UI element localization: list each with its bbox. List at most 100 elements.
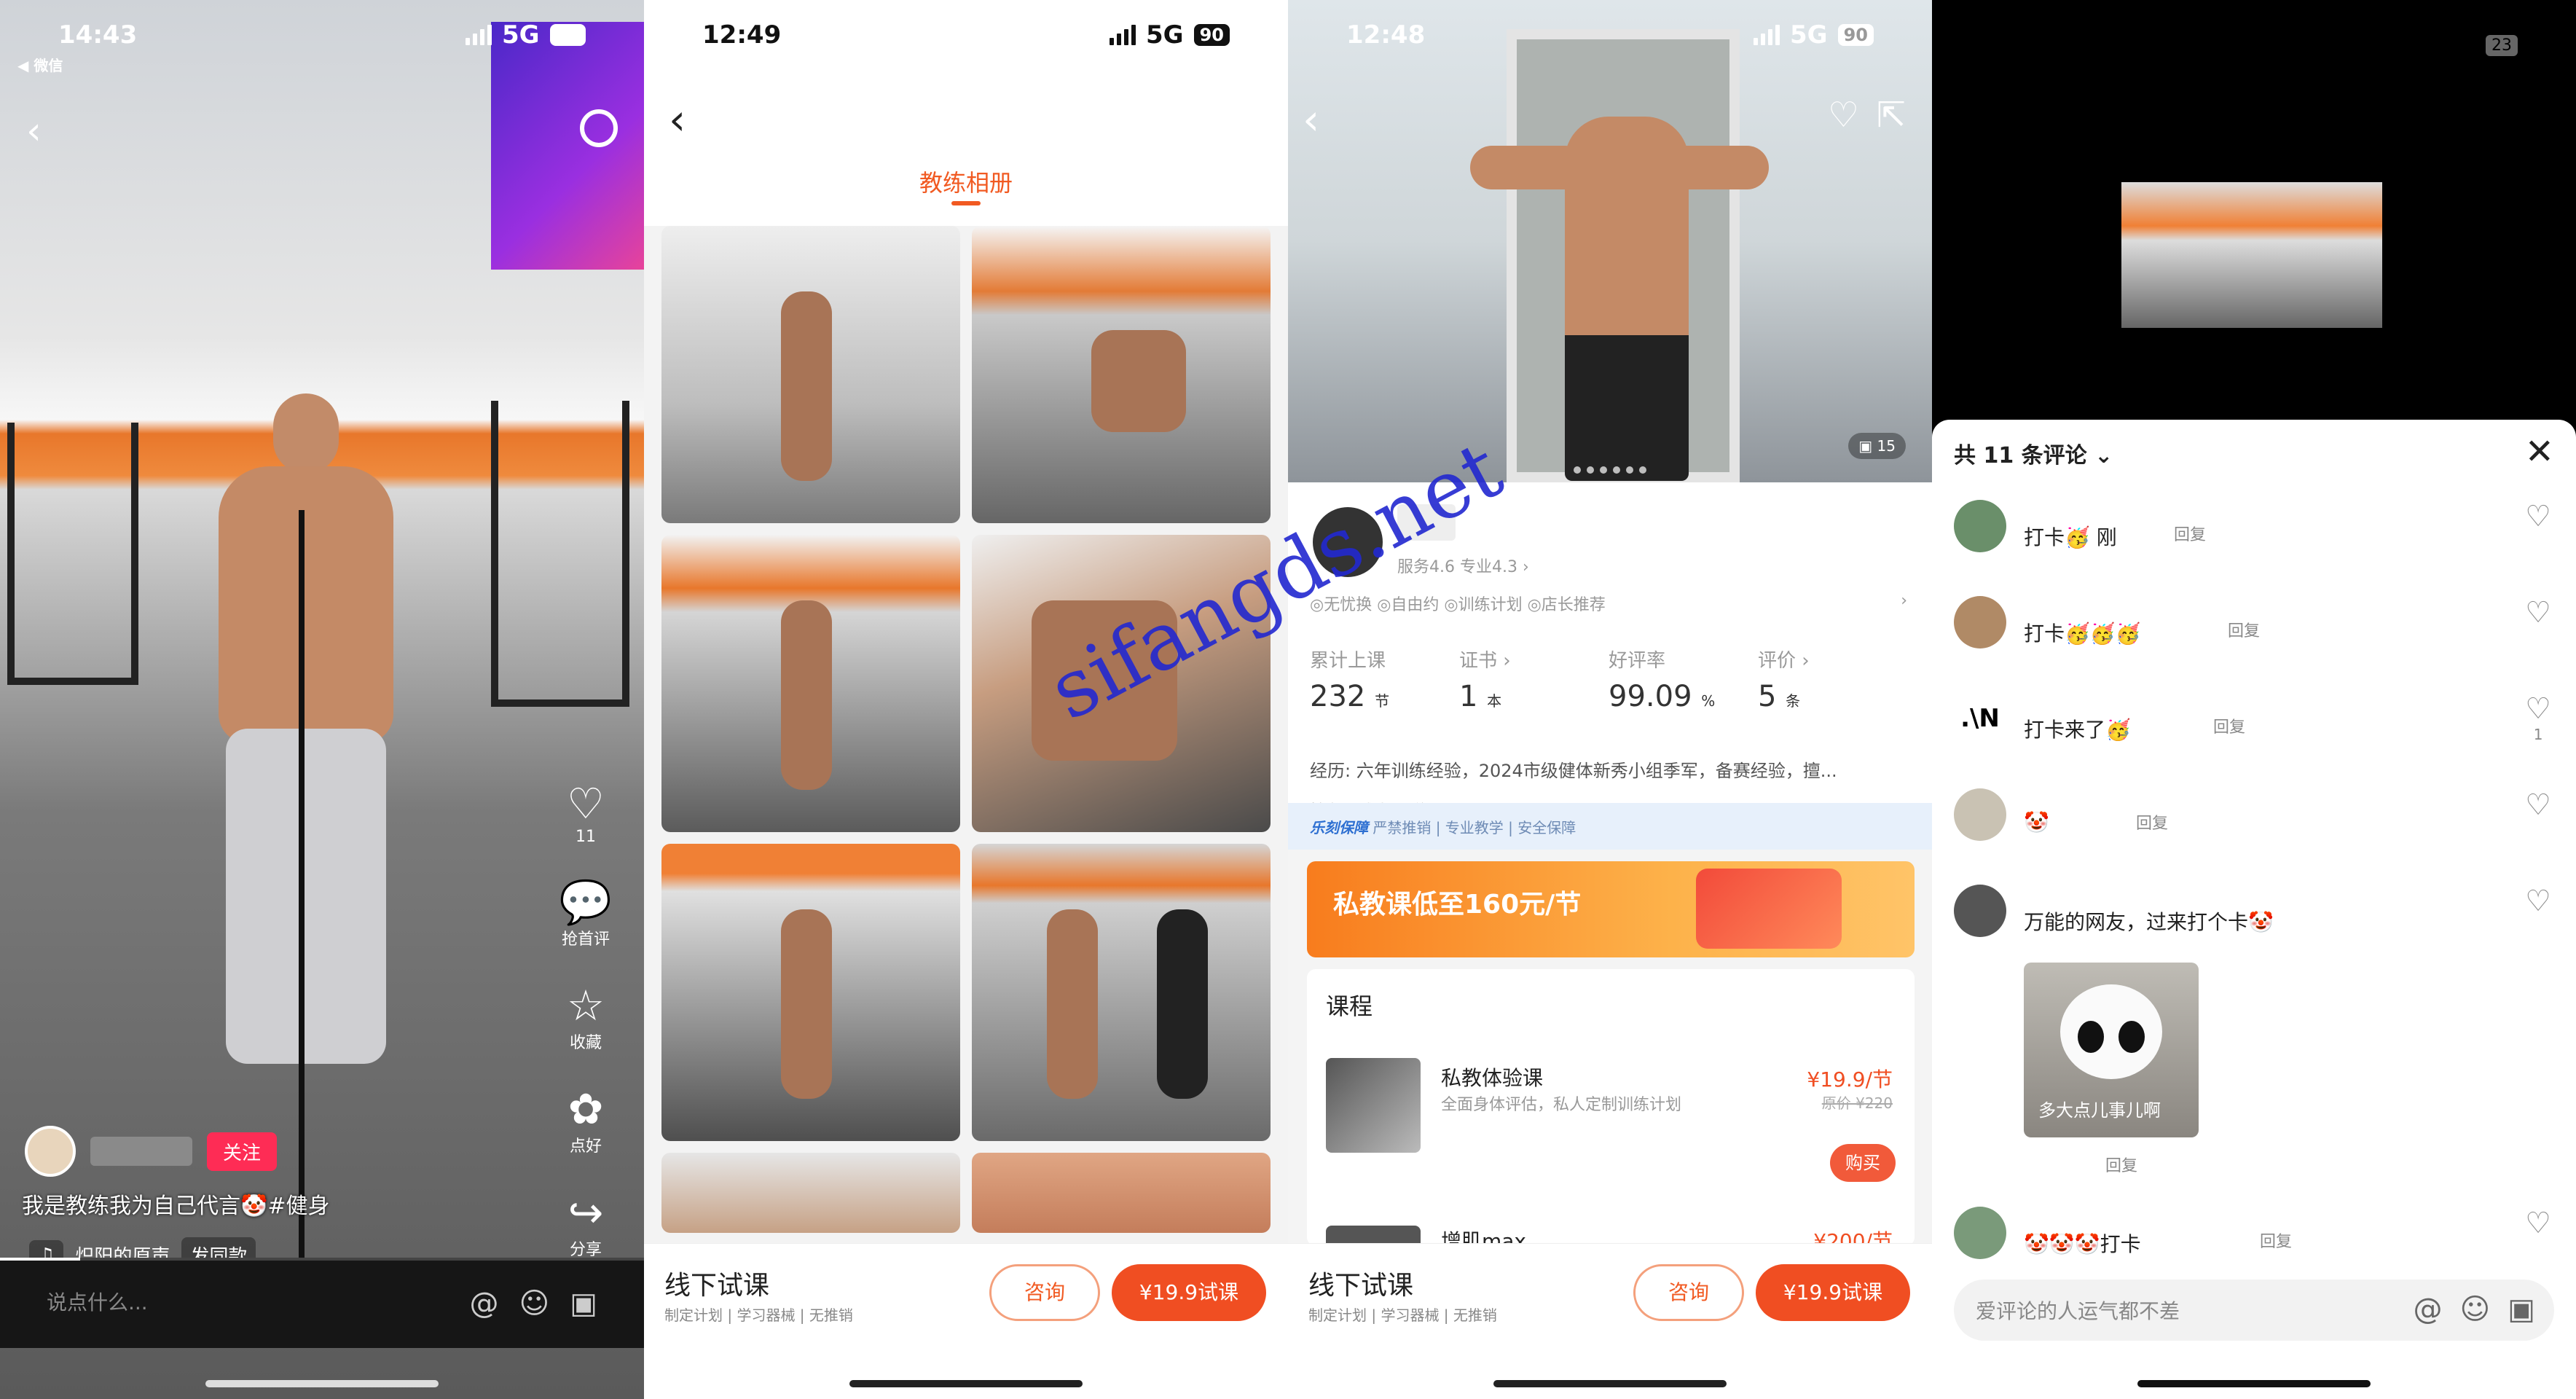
guarantee-bar[interactable]: 乐刻保障 严禁推销 | 专业教学 | 安全保障	[1288, 803, 1932, 850]
reply-link[interactable]: 回复	[2213, 714, 2245, 737]
heart-icon[interactable]: ♡	[2525, 596, 2551, 630]
stat-reviews[interactable]: 评价 › 5 条	[1758, 646, 1907, 713]
heart-icon: ♡	[567, 779, 605, 828]
courses-title: 课程	[1326, 992, 1373, 1020]
like-button[interactable]: ♡ 11	[542, 780, 629, 846]
stat-certificates[interactable]: 证书 › 1 本	[1459, 646, 1609, 713]
coach-avatar[interactable]	[1310, 504, 1386, 580]
album-photo[interactable]	[972, 844, 1271, 1141]
back-arrow-icon[interactable]: ‹	[26, 109, 42, 153]
author-name-blurred	[90, 1137, 192, 1166]
share-button[interactable]: ↪ 分享	[542, 1188, 629, 1260]
follow-button[interactable]: 关注	[207, 1132, 278, 1171]
gym-rack-left	[7, 423, 138, 685]
trial-button[interactable]: ¥19.9试课	[1112, 1264, 1266, 1321]
album-photo[interactable]	[661, 226, 960, 523]
like-button[interactable]: ♡ 1	[2525, 692, 2551, 743]
video-panel: 14:43 ◀ 微信 5G 23 ‹ ♡ 11 💬 抢首评 ☆ 收藏 ✿ 点好 …	[0, 0, 644, 1399]
album-photo[interactable]	[661, 844, 960, 1141]
consult-button[interactable]: 咨询	[989, 1264, 1100, 1321]
commenter-avatar[interactable]	[1954, 596, 2006, 648]
heart-icon[interactable]: ♡	[2525, 1207, 2551, 1240]
heart-icon[interactable]: ♡	[2525, 788, 2551, 822]
photo-count[interactable]: ▣ 15	[1848, 433, 1906, 459]
promo-banner[interactable]: 私教课低至160元/节	[1307, 861, 1915, 957]
network-label: 5G	[1790, 20, 1828, 50]
coach-tags[interactable]: ◎无忧换 ◎自由约 ◎训练计划 ◎店长推荐 ›	[1310, 592, 1907, 615]
video-caption[interactable]: 我是教练我为自己代言🤡#健身	[22, 1188, 330, 1220]
heart-icon[interactable]: ♡	[2525, 500, 2551, 533]
buy-button[interactable]: 购买	[1830, 1144, 1896, 1182]
reply-link[interactable]: 回复	[2105, 1153, 2137, 1176]
battery-icon: 90	[1193, 24, 1230, 46]
back-arrow-icon[interactable]: ‹	[1303, 95, 1319, 144]
home-indicator[interactable]	[2137, 1380, 2371, 1387]
commenter-avatar[interactable]	[1954, 1207, 2006, 1259]
reply-link[interactable]: 回复	[2136, 810, 2168, 834]
video-thumbnail[interactable]	[2121, 182, 2382, 328]
commenter-avatar[interactable]: .\N	[1954, 692, 2006, 745]
commenter-avatar[interactable]	[1954, 500, 2006, 552]
course-price: ¥19.9/节	[1807, 1067, 1893, 1092]
comment-item: 🤡 回复 ♡	[1954, 788, 2551, 861]
star-icon: ☆	[567, 981, 605, 1030]
image-icon[interactable]: ▣	[2508, 1293, 2535, 1326]
comment-count-header[interactable]: 共 11 条评论 ⌄	[1954, 437, 2113, 469]
action-sidebar: ♡ 11 💬 抢首评 ☆ 收藏 ✿ 点好 ↪ 分享	[542, 780, 629, 1292]
reply-link[interactable]: 回复	[2260, 1228, 2292, 1252]
comment-button[interactable]: 💬 抢首评	[542, 878, 629, 949]
album-photo[interactable]	[972, 226, 1271, 523]
comment-item: 万能的网友，过来打个卡🤡 ♡	[1954, 885, 2551, 957]
home-indicator[interactable]	[1493, 1380, 1727, 1387]
courses-section: 课程 私教体验课 全面身体评估，私人定制训练计划 ¥19.9/节 原价 ¥220…	[1307, 969, 1915, 1253]
emoji-icon[interactable]: ☺	[519, 1287, 550, 1322]
consult-button[interactable]: 咨询	[1633, 1264, 1744, 1321]
close-icon[interactable]: ✕	[2525, 431, 2554, 472]
coach-figure	[197, 393, 415, 1108]
course-name[interactable]: 私教体验课	[1441, 1062, 1543, 1092]
comment-sheet: 共 11 条评论 ⌄ ✕ 打卡🥳 刚 回复 ♡ 打卡🥳🥳🥳 回复 ♡ .\N 打…	[1932, 420, 2576, 1399]
heart-icon[interactable]: ♡	[1828, 95, 1859, 136]
home-indicator[interactable]	[205, 1380, 439, 1387]
gym-rack-right	[491, 401, 629, 707]
title-underline	[951, 201, 981, 205]
reply-link[interactable]: 回复	[2174, 522, 2206, 545]
comment-item: 打卡🥳 刚 回复 ♡	[1954, 500, 2551, 573]
status-bar: 14:43 ◀ 微信 5G 23	[0, 17, 644, 74]
panda-sticker-image[interactable]: 多大点儿事儿啊	[2024, 963, 2199, 1137]
coach-detail-panel: 12:48 5G 90 ‹ ♡ ⇱ ▣ 15 服务4.6 专业4.3 › ◎无忧…	[1288, 0, 1932, 1399]
coach-name-blurred	[1397, 504, 1456, 541]
coach-photo-carousel[interactable]	[1288, 0, 1932, 482]
battery-icon: 23	[2486, 35, 2518, 56]
coach-stats: 累计上课 232 节 证书 › 1 本 好评率 99.09 % 评价 › 5 条	[1310, 646, 1907, 713]
album-photo[interactable]	[972, 535, 1271, 832]
back-arrow-icon[interactable]: ‹	[669, 95, 686, 144]
favorite-label: 收藏	[569, 1034, 602, 1052]
comment-input[interactable]: 说点什么...	[47, 1287, 148, 1322]
reply-link[interactable]: 回复	[2228, 618, 2260, 641]
commenter-avatar[interactable]	[1954, 788, 2006, 841]
back-app-label[interactable]: ◀ 微信	[17, 54, 63, 75]
commenter-avatar[interactable]	[1954, 885, 2006, 937]
comments-panel: 23 共 11 条评论 ⌄ ✕ 打卡🥳 刚 回复 ♡ 打卡🥳🥳🥳 回复 ♡ .\…	[1932, 0, 2576, 1399]
at-icon[interactable]: @	[2414, 1293, 2443, 1326]
album-photo[interactable]	[972, 1153, 1271, 1233]
signal-icon	[466, 25, 492, 45]
share-icon[interactable]: ⇱	[1877, 95, 1906, 136]
heart-icon[interactable]: ♡	[2525, 885, 2551, 918]
search-icon[interactable]	[580, 109, 618, 147]
emoji-icon[interactable]: ☺	[2460, 1293, 2491, 1326]
album-photo[interactable]	[661, 535, 960, 832]
course-image[interactable]	[1326, 1058, 1421, 1153]
status-bar: 12:49 5G 90	[644, 17, 1288, 61]
trial-button[interactable]: ¥19.9试课	[1756, 1264, 1910, 1321]
image-icon[interactable]: ▣	[570, 1287, 597, 1322]
at-icon[interactable]: @	[470, 1287, 499, 1322]
author-avatar[interactable]	[25, 1126, 76, 1177]
recommend-button[interactable]: ✿ 点好	[542, 1085, 629, 1156]
album-photo[interactable]	[661, 1153, 960, 1233]
favorite-button[interactable]: ☆ 收藏	[542, 981, 629, 1053]
home-indicator[interactable]	[849, 1380, 1083, 1387]
coach-ratings[interactable]: 服务4.6 专业4.3 ›	[1397, 554, 1529, 577]
comment-input[interactable]: 爱评论的人运气都不差 @ ☺ ▣	[1954, 1280, 2554, 1341]
